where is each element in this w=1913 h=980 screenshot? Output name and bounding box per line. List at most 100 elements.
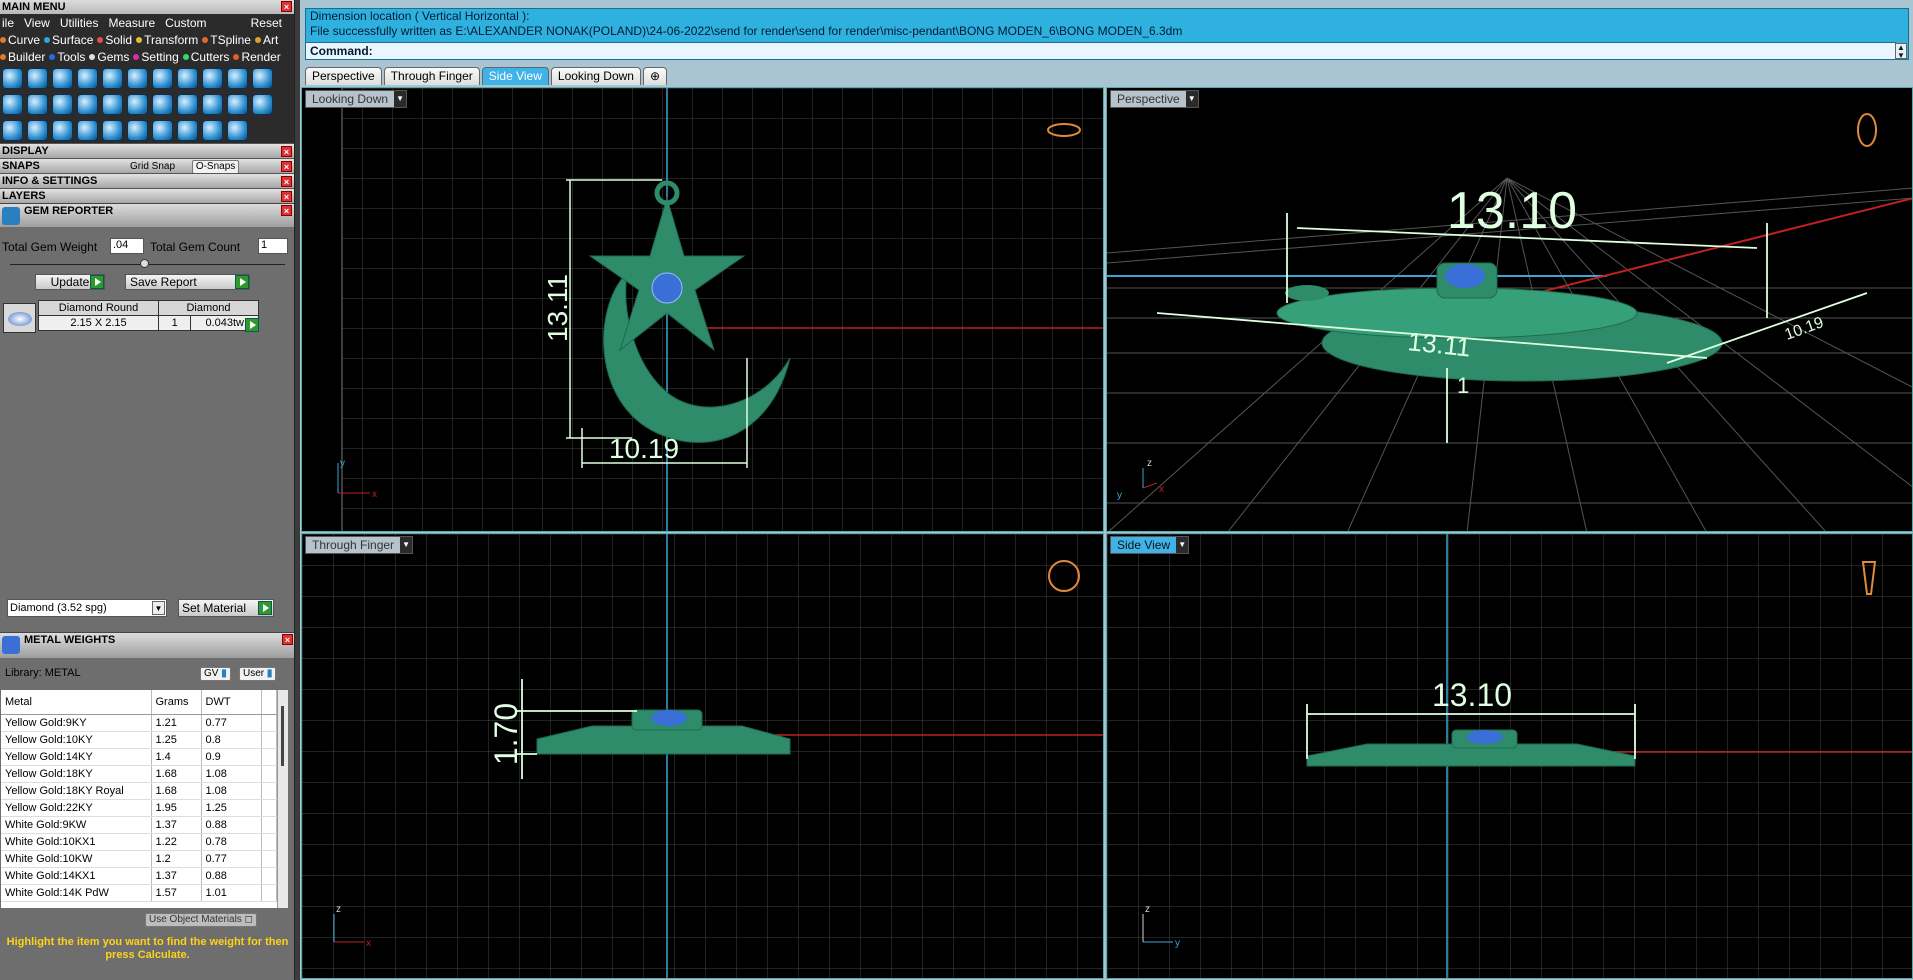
chevron-down-icon[interactable]: ▼ [400,537,413,553]
tool-icon[interactable] [77,67,98,89]
tool-icon[interactable] [177,119,198,141]
run-icon[interactable] [235,275,249,289]
tool-icon[interactable] [27,93,48,115]
tool-icon[interactable] [227,119,248,141]
scrollbar[interactable] [277,690,288,908]
table-row[interactable]: White Gold:14KX1 1.37 0.88 [1,867,277,885]
category-setting[interactable]: Setting [133,50,179,64]
osnaps-toggle[interactable]: O-Snaps [191,160,240,174]
table-row[interactable]: White Gold:10KW 1.2 0.77 [1,850,277,868]
table-row[interactable]: Yellow Gold:22KY 1.95 1.25 [1,799,277,817]
tool-icon[interactable] [177,93,198,115]
tool-icon[interactable] [52,119,73,141]
tool-icon[interactable] [227,67,248,89]
tool-icon[interactable] [127,119,148,141]
category-builder[interactable]: Builder [0,50,45,64]
scrollbar-thumb[interactable] [281,706,284,766]
display-section[interactable]: DISPLAY × [0,143,294,158]
menu-utilities[interactable]: Utilities [60,16,99,30]
chevron-down-icon[interactable]: ▼ [394,91,407,107]
tool-icon[interactable] [52,93,73,115]
tool-icon[interactable] [202,119,223,141]
tool-icon[interactable] [102,67,123,89]
grid-snap-label[interactable]: Grid Snap [130,161,175,172]
tool-icon[interactable] [2,67,23,89]
viewport-looking-down[interactable]: 10.19 13.11 x y Looking Down ▼ [301,87,1104,532]
close-icon[interactable]: × [282,634,293,645]
user-toggle[interactable]: User ▮ [239,667,277,681]
table-row[interactable]: White Gold:10KX1 1.22 0.78 [1,833,277,851]
command-input[interactable]: Command: [306,42,1896,59]
viewport-label[interactable]: Through Finger ▼ [305,536,414,554]
category-solid[interactable]: Solid [97,33,132,47]
add-tab-icon[interactable]: ⊕ [642,67,668,85]
tool-icon[interactable] [152,93,173,115]
info-settings-section[interactable]: INFO & SETTINGS × [0,173,294,188]
tab-perspective[interactable]: Perspective [305,67,382,85]
category-transform[interactable]: Transform [136,33,198,47]
snaps-section[interactable]: SNAPS Grid Snap O-Snaps × [0,158,294,174]
tool-icon[interactable] [252,93,273,115]
run-icon[interactable] [90,275,104,289]
chevron-down-icon[interactable]: ▼ [1185,91,1198,107]
category-gems[interactable]: Gems [89,50,129,64]
table-row[interactable]: White Gold:9KW 1.37 0.88 [1,816,277,834]
scroll-arrows-icon[interactable]: ▲ ▼ [1895,43,1907,60]
close-icon[interactable]: × [281,161,292,172]
tool-icon[interactable] [102,119,123,141]
close-icon[interactable]: × [281,191,292,202]
tool-icon[interactable] [2,93,23,115]
tool-icon[interactable] [202,67,223,89]
viewport-label[interactable]: Side View ▼ [1110,536,1190,554]
category-surface[interactable]: Surface [44,33,93,47]
save-report-button[interactable]: Save Report [125,274,250,290]
tool-icon[interactable] [177,67,198,89]
gv-toggle[interactable]: GV ▮ [200,667,231,681]
tool-icon[interactable] [2,119,23,141]
table-row[interactable]: 2.15 X 2.15 1 0.043tw [38,315,259,331]
menu-custom[interactable]: Custom [165,16,206,30]
table-row[interactable]: Yellow Gold:10KY 1.25 0.8 [1,731,277,749]
close-icon[interactable]: × [281,205,292,216]
tool-icon[interactable] [77,119,98,141]
tool-icon[interactable] [252,67,273,89]
menu-measure[interactable]: Measure [108,16,155,30]
menu-file[interactable]: ile [2,16,14,30]
tab-side-view[interactable]: Side View [481,67,549,85]
tool-icon[interactable] [27,67,48,89]
tool-icon[interactable] [52,67,73,89]
tool-icon[interactable] [77,93,98,115]
chevron-down-icon[interactable]: ▼ [1176,537,1189,553]
use-object-materials-toggle[interactable]: Use Object Materials ◻ [145,913,257,927]
viewport-side-view[interactable]: 13.10 y z Side View ▼ [1106,533,1913,979]
tool-icon[interactable] [102,93,123,115]
tab-looking-down[interactable]: Looking Down [550,67,641,85]
viewport-label[interactable]: Looking Down ▼ [305,90,408,108]
tool-icon[interactable] [152,119,173,141]
tab-through-finger[interactable]: Through Finger [383,67,480,85]
table-row[interactable]: White Gold:14K PdW 1.57 1.01 [1,884,277,902]
run-icon[interactable] [258,601,272,615]
close-icon[interactable]: × [281,176,292,187]
viewport-through-finger[interactable]: 1.70 x z Through Finger ▼ [301,533,1104,979]
table-row[interactable]: Yellow Gold:18KY 1.68 1.08 [1,765,277,783]
close-icon[interactable]: × [281,146,292,157]
category-cutters[interactable]: Cutters [182,50,229,64]
table-row[interactable]: Yellow Gold:9KY 1.21 0.77 [1,714,277,732]
tool-icon[interactable] [152,67,173,89]
run-icon[interactable] [245,318,259,332]
tool-icon[interactable] [127,67,148,89]
table-row[interactable]: Yellow Gold:18KY Royal 1.68 1.08 [1,782,277,800]
menu-view[interactable]: View [24,16,50,30]
tool-icon[interactable] [27,119,48,141]
tool-icon[interactable] [202,93,223,115]
close-icon[interactable]: × [281,1,292,12]
gem-thumbnail[interactable] [3,303,36,333]
category-tools[interactable]: Tools [49,50,85,64]
category-art[interactable]: Art [254,33,278,47]
chevron-down-icon[interactable]: ▼ [152,601,165,615]
layers-section[interactable]: LAYERS × [0,188,294,203]
tool-icon[interactable] [227,93,248,115]
viewport-perspective[interactable]: 13.10 13.11 10.19 1 z x y Perspective ▼ [1106,87,1913,532]
slider-thumb[interactable] [140,259,149,268]
